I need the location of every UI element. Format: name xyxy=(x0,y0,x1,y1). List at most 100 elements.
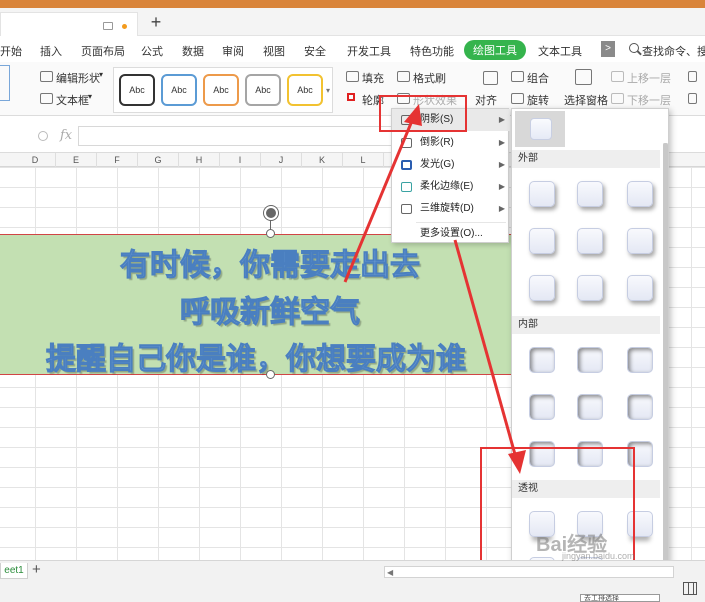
shadow-outer-2[interactable] xyxy=(577,181,603,207)
shadow-outer-7[interactable] xyxy=(529,275,555,301)
rotate-icon xyxy=(511,93,524,104)
column-e[interactable]: E xyxy=(56,153,97,167)
shadow-outer-4[interactable] xyxy=(529,228,555,254)
group-button[interactable]: 组合 xyxy=(527,70,549,86)
menu-more-button[interactable]: > xyxy=(601,41,615,57)
watermark-url: jingyan.baidu.com xyxy=(562,551,635,561)
fill-icon xyxy=(346,71,359,82)
menu-security[interactable]: 安全 xyxy=(304,43,326,59)
soft-edge-icon xyxy=(401,182,412,192)
menu-view[interactable]: 视图 xyxy=(263,43,285,59)
edit-shape-button[interactable]: 编辑形状 xyxy=(56,70,100,86)
search-icon[interactable] xyxy=(629,43,639,53)
shadow-inner-1[interactable] xyxy=(529,347,555,373)
send-backward-button[interactable]: 下移一层 xyxy=(627,92,671,108)
new-tab-button[interactable]: + xyxy=(146,12,166,32)
shadow-inner-4[interactable] xyxy=(529,394,555,420)
sheet-tab[interactable]: eet1 xyxy=(0,563,28,579)
fill-button[interactable]: 填充 xyxy=(362,70,384,86)
shadow-outer-8[interactable] xyxy=(577,275,603,301)
column-k[interactable]: K xyxy=(302,153,343,167)
shadow-outer-5[interactable] xyxy=(577,228,603,254)
rotate-button[interactable]: 旋转 xyxy=(527,92,549,108)
styles-more-icon[interactable]: ▾ xyxy=(326,86,330,95)
reflection-icon xyxy=(401,138,412,148)
add-sheet-button[interactable]: + xyxy=(32,561,41,578)
normal-view-icon[interactable] xyxy=(683,582,697,595)
menu-item-more-settings[interactable]: 更多设置(O)... xyxy=(392,223,510,245)
text-box-dropdown-icon[interactable]: ▾ xyxy=(88,92,92,101)
column-g[interactable]: G xyxy=(138,153,179,167)
edit-shape-icon xyxy=(40,71,53,82)
horizontal-scrollbar[interactable]: ◀ xyxy=(384,566,674,578)
outline-icon xyxy=(347,93,355,101)
menu-item-3d-rotation[interactable]: 三维旋转(D) ▶ xyxy=(392,198,510,220)
column-j[interactable]: J xyxy=(261,153,302,167)
shadow-inner-6[interactable] xyxy=(627,394,653,420)
menu-special-features[interactable]: 特色功能 xyxy=(410,43,454,59)
3d-rotation-icon xyxy=(401,204,412,214)
shape-style-3[interactable]: Abc xyxy=(203,74,239,106)
menu-review[interactable]: 审阅 xyxy=(222,43,244,59)
section-inner: 内部 xyxy=(512,316,660,334)
document-tab[interactable] xyxy=(0,12,138,36)
resize-handle-bottom[interactable] xyxy=(266,370,275,379)
shadow-outer-6[interactable] xyxy=(627,228,653,254)
shape-style-2[interactable]: Abc xyxy=(161,74,197,106)
format-painter-button[interactable]: 格式刷 xyxy=(413,70,446,86)
shape-style-5[interactable]: Abc xyxy=(287,74,323,106)
resize-handle-top[interactable] xyxy=(266,229,275,238)
menu-data[interactable]: 数据 xyxy=(182,43,204,59)
menu-item-glow[interactable]: 发光(G) ▶ xyxy=(392,154,510,176)
scroll-left-icon[interactable]: ◀ xyxy=(387,567,393,579)
submenu-arrow-icon: ▶ xyxy=(498,138,505,147)
menu-developer[interactable]: 开发工具 xyxy=(347,43,391,59)
panel-scrollbar[interactable] xyxy=(663,143,668,599)
group-icon xyxy=(511,71,524,82)
shadow-inner-3[interactable] xyxy=(627,347,653,373)
shadow-none-option[interactable] xyxy=(515,111,565,147)
panel-scrollbar-thumb[interactable] xyxy=(663,143,668,563)
shape-gallery-stub[interactable] xyxy=(0,65,10,101)
size-icon xyxy=(688,71,697,82)
shadow-outer-1[interactable] xyxy=(529,181,555,207)
menu-item-reflection[interactable]: 倒影(R) ▶ xyxy=(392,132,510,154)
shape-style-4[interactable]: Abc xyxy=(245,74,281,106)
rotate-handle[interactable] xyxy=(264,206,278,220)
column-d[interactable]: D xyxy=(15,153,56,167)
command-search[interactable]: 查找命令、搜索 xyxy=(642,43,705,59)
insert-function-button[interactable]: fx xyxy=(60,128,72,143)
menu-page-layout[interactable]: 页面布局 xyxy=(81,43,125,59)
selection-pane-button[interactable]: 选择窗格 xyxy=(564,92,608,108)
menu-home[interactable]: 开始 xyxy=(0,43,22,59)
column-i[interactable]: I xyxy=(220,153,261,167)
column-h[interactable]: H xyxy=(179,153,220,167)
highlight-box-shape-effects xyxy=(379,95,467,132)
menu-insert[interactable]: 插入 xyxy=(40,43,62,59)
selection-pane-icon xyxy=(575,69,592,85)
shadow-inner-2[interactable] xyxy=(577,347,603,373)
no-shadow-swatch xyxy=(530,118,552,140)
edit-shape-dropdown-icon[interactable]: ▾ xyxy=(99,70,103,79)
text-box-button[interactable]: 文本框 xyxy=(56,92,89,108)
column-l[interactable]: L xyxy=(343,153,384,167)
text-box-icon xyxy=(40,93,53,104)
title-bar xyxy=(0,0,705,8)
unsaved-dot-icon xyxy=(122,24,127,29)
shape-style-1[interactable]: Abc xyxy=(119,74,155,106)
zoom-icon[interactable] xyxy=(38,131,48,141)
shadow-outer-3[interactable] xyxy=(627,181,653,207)
shadow-inner-5[interactable] xyxy=(577,394,603,420)
shadow-outer-9[interactable] xyxy=(627,275,653,301)
submenu-arrow-icon: ▶ xyxy=(498,204,505,213)
menu-drawing-tools[interactable]: 绘图工具 xyxy=(464,40,526,60)
glow-icon xyxy=(401,160,412,170)
column-f[interactable]: F xyxy=(97,153,138,167)
menu-formulas[interactable]: 公式 xyxy=(141,43,163,59)
bring-forward-button[interactable]: 上移一层 xyxy=(627,70,671,86)
align-button[interactable]: 对齐 xyxy=(475,92,497,108)
menu-bar: 开始 插入 页面布局 公式 数据 审阅 视图 安全 开发工具 特色功能 绘图工具… xyxy=(0,36,705,62)
menu-text-tools[interactable]: 文本工具 xyxy=(538,43,582,59)
menu-item-soft-edges[interactable]: 柔化边缘(E) ▶ xyxy=(392,176,510,198)
menu-item-soft-edges-label: 柔化边缘(E) xyxy=(420,181,474,192)
